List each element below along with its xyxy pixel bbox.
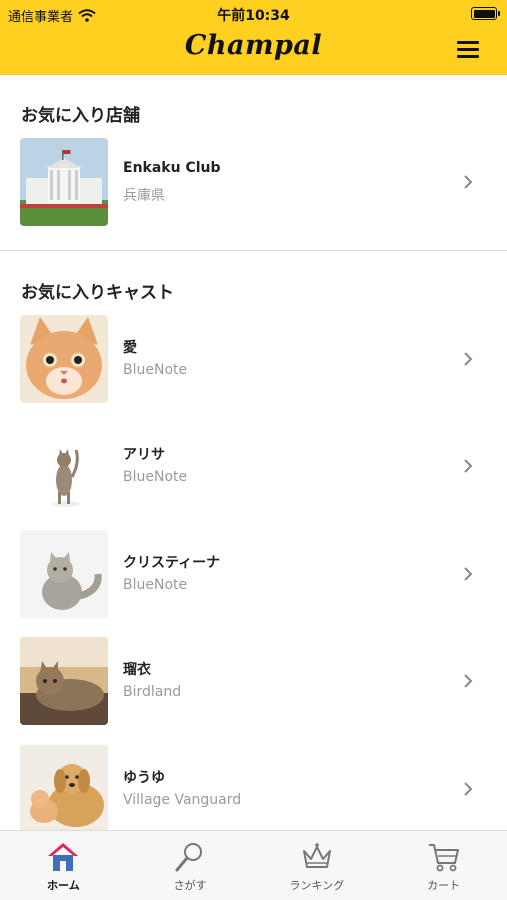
chevron-right-icon xyxy=(464,567,473,581)
cast-row-christina[interactable]: クリスティーナ BlueNote xyxy=(0,530,507,620)
store-row-enkaku-club[interactable]: Enkaku Club 兵庫県 xyxy=(0,138,507,228)
cast-store: Village Vanguard xyxy=(123,792,242,808)
cast-row-yuyu[interactable]: ゆうゆ Village Vanguard xyxy=(0,745,507,830)
crown-icon xyxy=(302,843,331,868)
cast-store: BlueNote xyxy=(123,469,188,485)
tab-ranking[interactable]: ランキング xyxy=(254,831,381,900)
section-divider xyxy=(0,250,507,251)
cast-name: 瑠衣 xyxy=(123,662,151,678)
tab-search[interactable]: さがす xyxy=(127,831,254,900)
cast-name: アリサ xyxy=(123,447,165,463)
home-icon xyxy=(48,843,79,871)
app-header: 通信事業者 午前10:34 Champal xyxy=(0,0,507,75)
status-time: 午前10:34 xyxy=(217,8,290,24)
tab-label: ホーム xyxy=(47,879,80,892)
cast-photo xyxy=(20,530,108,618)
cast-name: 愛 xyxy=(123,340,137,356)
favorite-stores-title: お気に入り店舗 xyxy=(21,106,140,126)
cast-store: Birdland xyxy=(123,684,182,700)
store-location: 兵庫県 xyxy=(123,188,165,204)
favorite-casts-title: お気に入りキャスト xyxy=(21,283,174,303)
cast-photo xyxy=(20,315,108,403)
tab-label: さがす xyxy=(173,879,207,892)
cast-name: ゆうゆ xyxy=(123,770,165,786)
bottom-tab-bar: ホーム さがす ランキング カート xyxy=(0,830,507,900)
cast-store: BlueNote xyxy=(123,577,188,593)
cast-row-ai[interactable]: 愛 BlueNote xyxy=(0,315,507,405)
cast-photo xyxy=(20,745,108,830)
chevron-right-icon xyxy=(464,175,473,189)
battery-icon xyxy=(471,7,500,20)
tab-label: ランキング xyxy=(289,879,345,892)
store-name: Enkaku Club xyxy=(123,160,221,176)
chevron-right-icon xyxy=(464,352,473,366)
tab-label: カート xyxy=(427,879,461,892)
cast-store: BlueNote xyxy=(123,362,188,378)
chevron-right-icon xyxy=(464,459,473,473)
status-bar: 通信事業者 午前10:34 xyxy=(0,0,507,26)
chevron-right-icon xyxy=(464,674,473,688)
cast-row-arisa[interactable]: アリサ BlueNote xyxy=(0,422,507,512)
tab-home[interactable]: ホーム xyxy=(0,831,127,900)
search-icon xyxy=(175,843,203,872)
cast-photo xyxy=(20,422,108,510)
store-thumbnail xyxy=(20,138,108,226)
chevron-right-icon xyxy=(464,782,473,796)
brand-logo[interactable]: Champal xyxy=(0,30,507,61)
cast-row-rui[interactable]: 瑠衣 Birdland xyxy=(0,637,507,727)
cast-photo xyxy=(20,637,108,725)
tab-cart[interactable]: カート xyxy=(380,831,507,900)
cart-icon xyxy=(428,844,459,872)
cast-name: クリスティーナ xyxy=(123,555,221,571)
hamburger-menu-button[interactable] xyxy=(457,41,479,58)
